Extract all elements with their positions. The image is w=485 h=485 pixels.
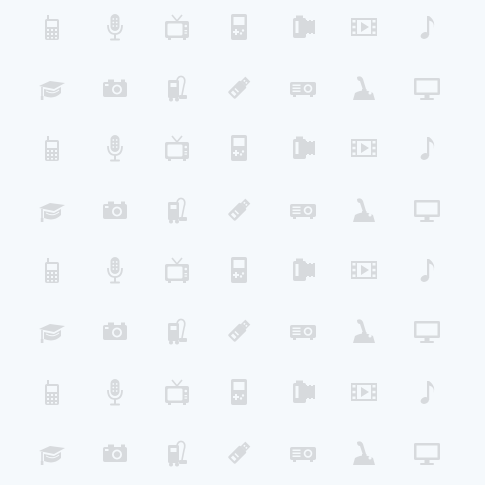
graduation-cap-icon — [37, 316, 67, 346]
usb-stick-icon — [224, 195, 254, 225]
monitor-icon — [412, 438, 442, 468]
television-icon — [162, 377, 192, 407]
usb-stick-icon — [224, 316, 254, 346]
film-roll-icon — [288, 377, 318, 407]
television-icon — [162, 133, 192, 163]
vacuum-cleaner-icon — [162, 73, 192, 103]
handheld-game-icon — [224, 377, 254, 407]
film-strip-icon — [349, 133, 379, 163]
mobile-phone-icon — [37, 133, 67, 163]
film-strip-icon — [349, 12, 379, 42]
joystick-icon — [349, 195, 379, 225]
film-strip-icon — [349, 377, 379, 407]
microphone-icon — [100, 12, 130, 42]
camera-icon — [100, 73, 130, 103]
vacuum-cleaner-icon — [162, 195, 192, 225]
microphone-icon — [100, 133, 130, 163]
graduation-cap-icon — [37, 438, 67, 468]
camera-icon — [100, 316, 130, 346]
joystick-icon — [349, 73, 379, 103]
joystick-icon — [349, 316, 379, 346]
film-roll-icon — [288, 255, 318, 285]
microphone-icon — [100, 255, 130, 285]
mobile-phone-icon — [37, 377, 67, 407]
usb-stick-icon — [224, 73, 254, 103]
film-roll-icon — [288, 12, 318, 42]
usb-stick-icon — [224, 438, 254, 468]
film-strip-icon — [349, 255, 379, 285]
projector-icon — [288, 438, 318, 468]
television-icon — [162, 12, 192, 42]
joystick-icon — [349, 438, 379, 468]
music-note-icon — [412, 377, 442, 407]
icon-pattern-background — [0, 0, 485, 485]
vacuum-cleaner-icon — [162, 438, 192, 468]
projector-icon — [288, 195, 318, 225]
mobile-phone-icon — [37, 12, 67, 42]
graduation-cap-icon — [37, 195, 67, 225]
camera-icon — [100, 195, 130, 225]
vacuum-cleaner-icon — [162, 316, 192, 346]
handheld-game-icon — [224, 12, 254, 42]
microphone-icon — [100, 377, 130, 407]
camera-icon — [100, 438, 130, 468]
film-roll-icon — [288, 133, 318, 163]
television-icon — [162, 255, 192, 285]
handheld-game-icon — [224, 255, 254, 285]
music-note-icon — [412, 255, 442, 285]
music-note-icon — [412, 133, 442, 163]
projector-icon — [288, 73, 318, 103]
mobile-phone-icon — [37, 255, 67, 285]
monitor-icon — [412, 73, 442, 103]
music-note-icon — [412, 12, 442, 42]
graduation-cap-icon — [37, 73, 67, 103]
monitor-icon — [412, 195, 442, 225]
monitor-icon — [412, 316, 442, 346]
handheld-game-icon — [224, 133, 254, 163]
projector-icon — [288, 316, 318, 346]
